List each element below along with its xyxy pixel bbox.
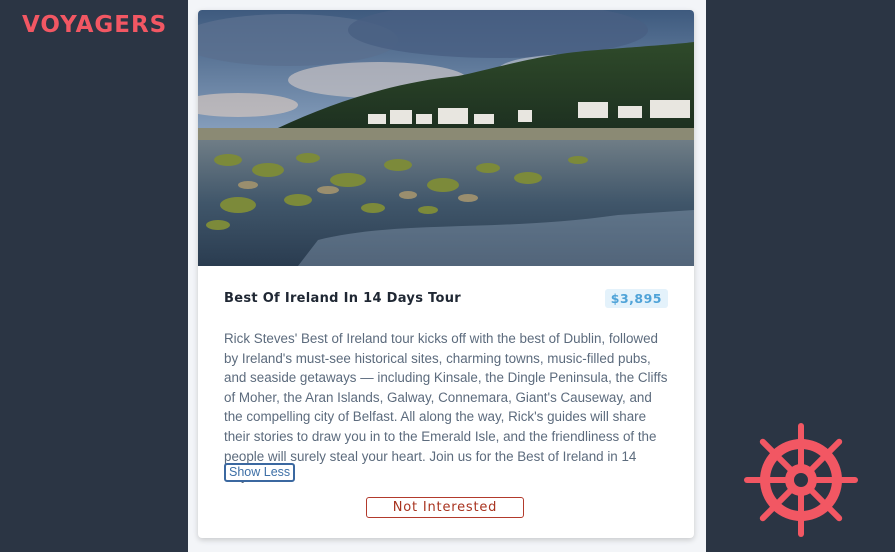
tour-photo bbox=[198, 10, 694, 266]
tour-title: Best Of Ireland In 14 Days Tour bbox=[224, 291, 461, 306]
tour-price: $3,895 bbox=[604, 289, 668, 308]
brand-logo: VOYAGERS bbox=[22, 12, 168, 38]
tour-card: Best Of Ireland In 14 Days Tour $3,895 R… bbox=[198, 10, 694, 538]
show-less-button[interactable]: Show Less bbox=[224, 463, 296, 482]
ship-wheel-icon bbox=[744, 423, 858, 537]
not-interested-button[interactable]: Not Interested bbox=[366, 497, 524, 518]
